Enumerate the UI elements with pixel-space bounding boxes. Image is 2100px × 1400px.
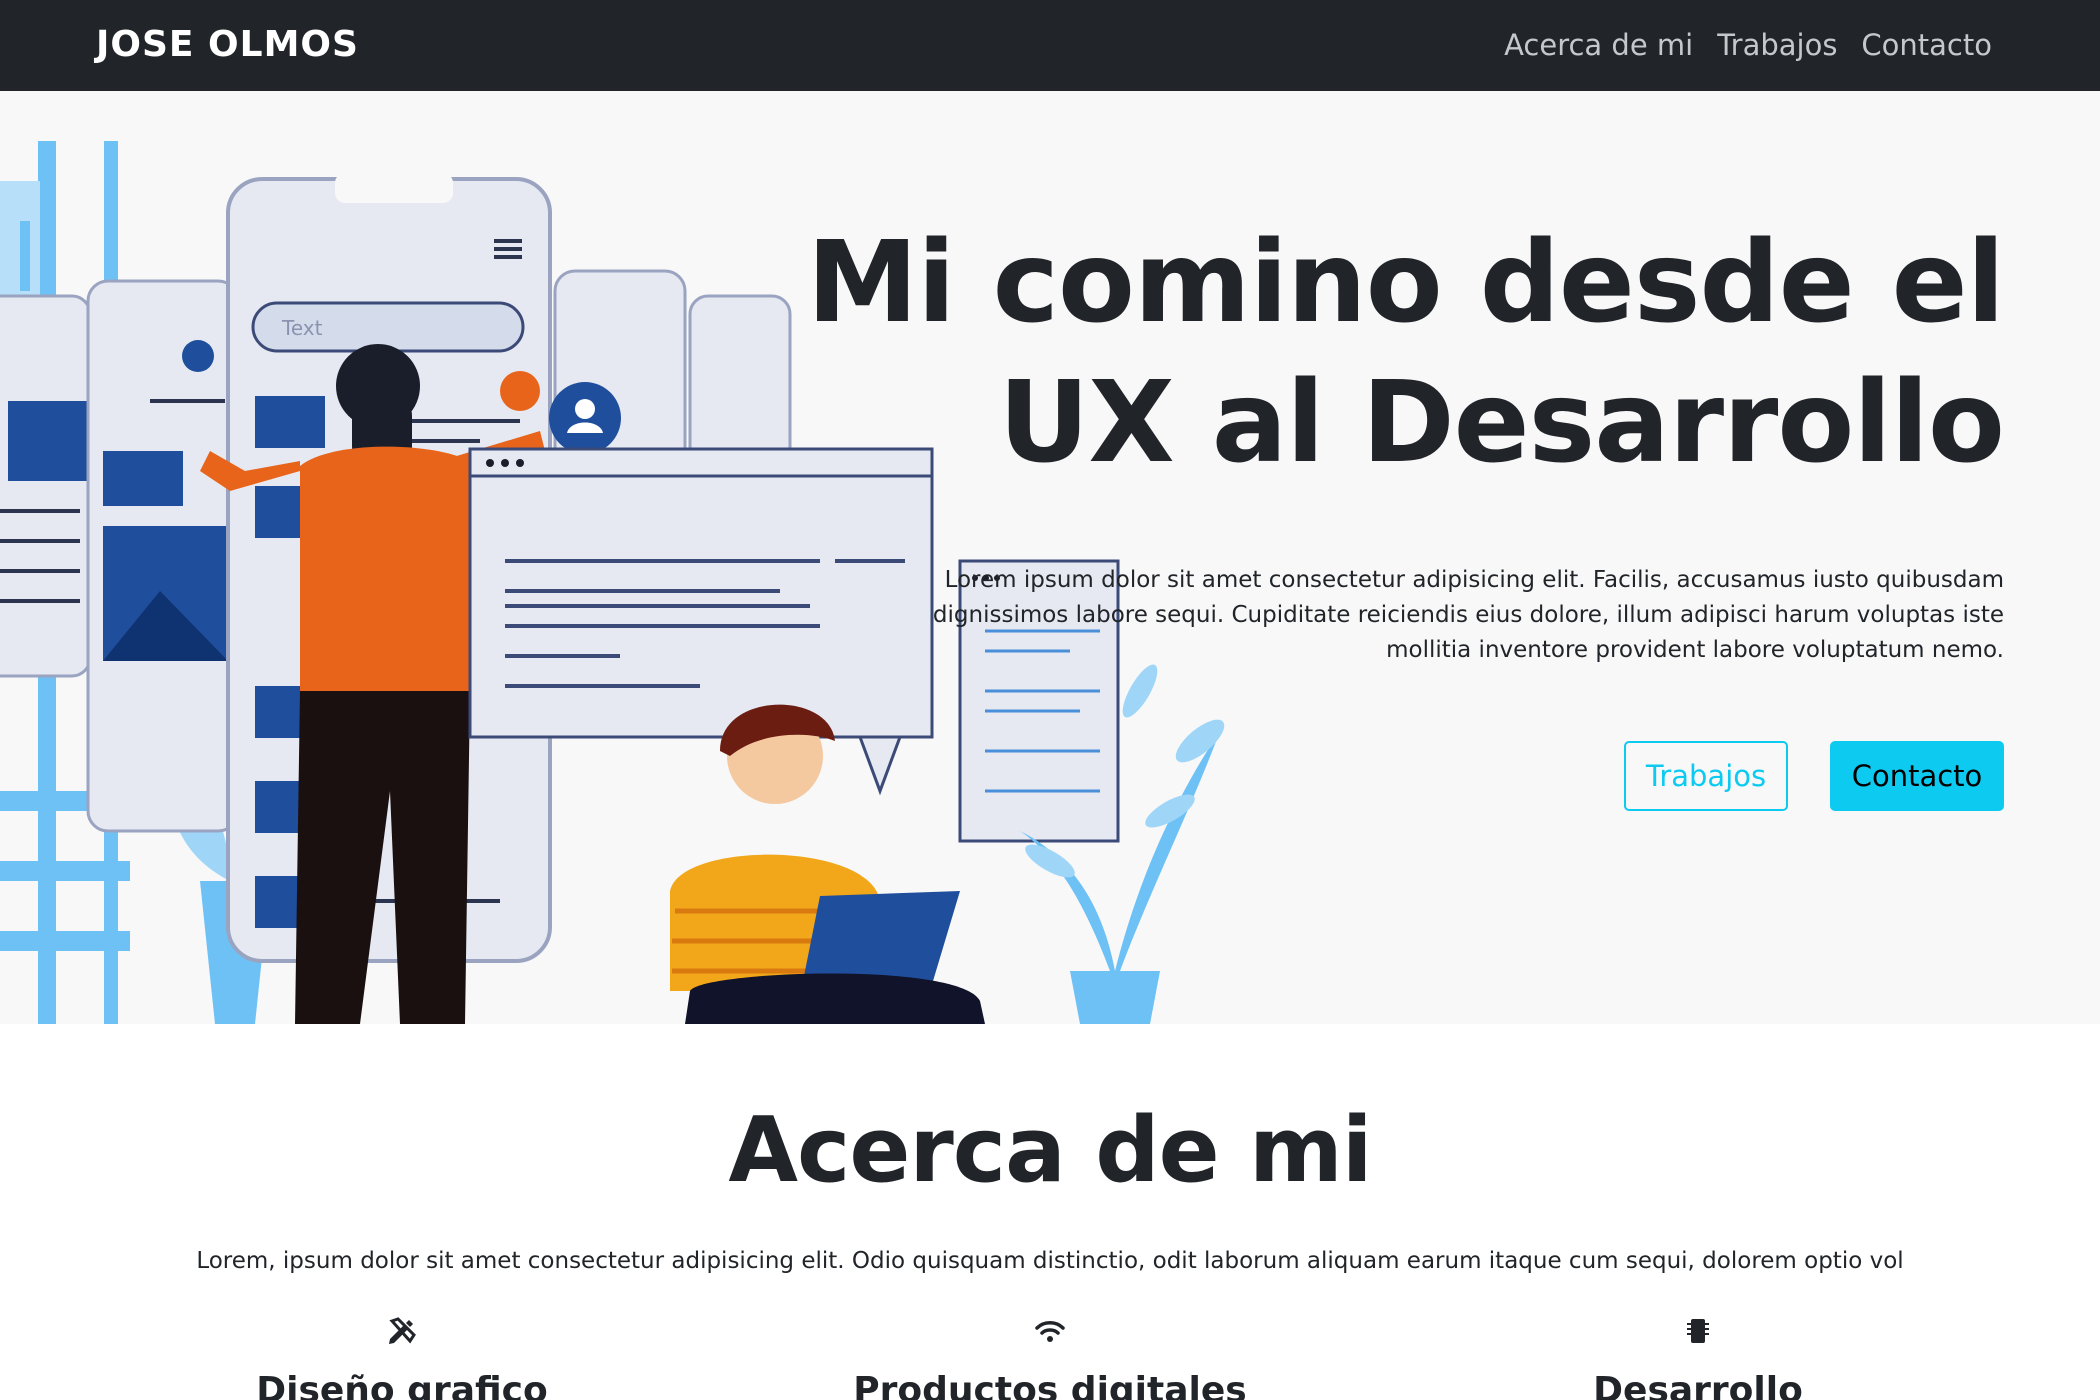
nav-link-about[interactable]: Acerca de mi	[1504, 24, 1693, 66]
hero-title: Mi comino desde el UX al Desarrollo	[806, 218, 2005, 488]
nav-link-contact[interactable]: Contacto	[1861, 24, 1992, 66]
phone-chip-icon	[1687, 1319, 1709, 1343]
contact-button[interactable]: Contacto	[1830, 741, 2004, 811]
works-button[interactable]: Trabajos	[1624, 741, 1788, 811]
nav-link-works[interactable]: Trabajos	[1717, 24, 1837, 66]
illustration-search-text: Text	[281, 316, 323, 340]
pencil-ruler-icon	[389, 1317, 416, 1344]
nav-links: Acerca de mi Trabajos Contacto	[1504, 24, 1992, 66]
hero-buttons: Trabajos Contacto	[1624, 741, 2004, 811]
about-description: Lorem, ipsum dolor sit amet consectetur …	[196, 1248, 1904, 1274]
feature-title: Productos digitales	[853, 1370, 1247, 1400]
brand-logo[interactable]: JOSE OLMOS	[96, 22, 359, 68]
hero-section: Text Mi comino desde el UX al Desarrollo…	[0, 91, 2100, 1024]
feature-graphic-design: Diseño grafico	[122, 1315, 682, 1400]
wifi-icon	[1035, 1321, 1065, 1342]
feature-development: Desarrollo	[1418, 1315, 1978, 1400]
feature-title: Diseño grafico	[256, 1370, 548, 1400]
navbar: JOSE OLMOS Acerca de mi Trabajos Contact…	[0, 0, 2100, 91]
hero-description: Lorem ipsum dolor sit amet consectetur a…	[932, 567, 2004, 663]
about-title: Acerca de mi	[728, 1098, 1372, 1203]
feature-title: Desarrollo	[1593, 1370, 1803, 1400]
feature-digital-products: Productos digitales	[770, 1315, 1330, 1400]
